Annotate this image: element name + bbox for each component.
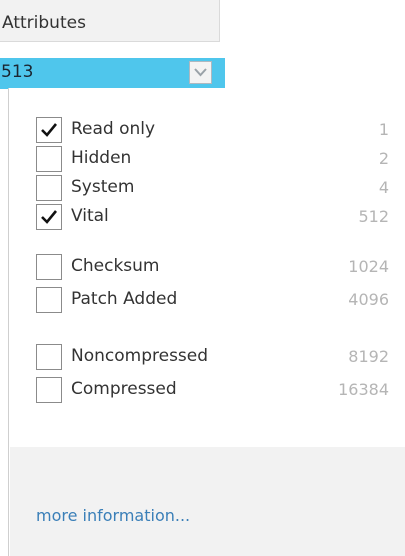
checkmark-icon <box>41 123 58 137</box>
header-label: Attributes <box>2 13 86 33</box>
attribute-value: 512 <box>358 207 389 226</box>
attribute-item-hidden[interactable]: Hidden 2 <box>36 146 405 176</box>
attribute-label: Vital <box>71 206 109 226</box>
read-only-checkbox[interactable] <box>36 117 62 143</box>
attribute-item-patch-added[interactable]: Patch Added 4096 <box>36 287 405 317</box>
column-header: Attributes <box>0 0 220 42</box>
attribute-value: 1 <box>378 120 389 139</box>
attribute-item-read-only[interactable]: Read only 1 <box>36 117 405 147</box>
system-checkbox[interactable] <box>36 175 62 201</box>
attribute-value: 16384 <box>338 380 389 399</box>
vital-checkbox[interactable] <box>36 204 62 230</box>
attribute-label: Hidden <box>71 148 132 168</box>
attribute-value: 8192 <box>348 347 389 366</box>
attribute-label: Compressed <box>71 379 177 399</box>
attribute-label: Patch Added <box>71 289 178 309</box>
attribute-item-system[interactable]: System 4 <box>36 175 405 205</box>
attribute-item-noncompressed[interactable]: Noncompressed 8192 <box>36 344 405 374</box>
combo-value: 513 <box>1 62 34 82</box>
attribute-label: Checksum <box>71 256 160 276</box>
hidden-checkbox[interactable] <box>36 146 62 172</box>
dropdown-button[interactable] <box>189 61 212 84</box>
attributes-dropdown: Read only 1 Hidden 2 System 4 Vital 512 <box>8 88 405 556</box>
patch-added-checkbox[interactable] <box>36 287 62 313</box>
attribute-label: Noncompressed <box>71 346 209 366</box>
chevron-down-icon <box>194 68 207 77</box>
attribute-item-checksum[interactable]: Checksum 1024 <box>36 254 405 284</box>
attribute-label: System <box>71 177 135 197</box>
attribute-value: 1024 <box>348 257 389 276</box>
attribute-item-vital[interactable]: Vital 512 <box>36 204 405 234</box>
noncompressed-checkbox[interactable] <box>36 344 62 370</box>
attribute-item-compressed[interactable]: Compressed 16384 <box>36 377 405 407</box>
checksum-checkbox[interactable] <box>36 254 62 280</box>
attribute-value: 4096 <box>348 290 389 309</box>
attribute-value: 2 <box>378 149 389 168</box>
dropdown-footer: more information... <box>10 447 405 556</box>
compressed-checkbox[interactable] <box>36 377 62 403</box>
checkmark-icon <box>41 210 58 224</box>
attributes-combo[interactable]: 513 <box>0 58 225 89</box>
attribute-label: Read only <box>71 119 156 139</box>
attribute-value: 4 <box>378 178 389 197</box>
more-information-link[interactable]: more information... <box>36 506 190 525</box>
